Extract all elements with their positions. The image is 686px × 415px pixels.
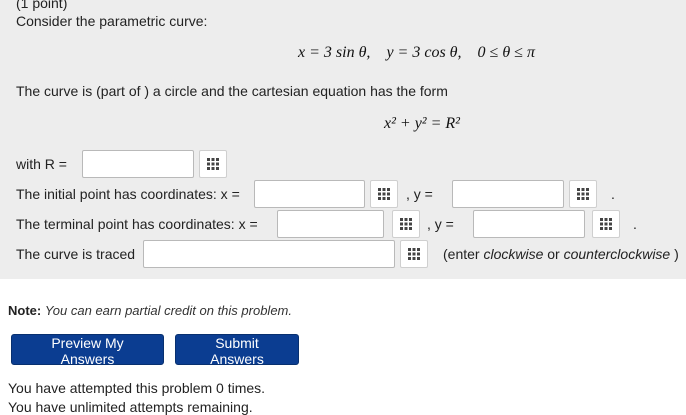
preview-answers-button[interactable]: Preview My Answers: [11, 334, 164, 367]
initial-period: .: [611, 186, 615, 202]
terminal-period: .: [633, 216, 637, 232]
attempts-text: You have attempted this problem 0 times.: [8, 380, 266, 396]
unlimited-attempts-text: You have unlimited attempts remaining.: [8, 399, 253, 415]
terminal-x-equation-editor-button[interactable]: [392, 210, 420, 238]
terminal-y-equation-editor-button[interactable]: [592, 210, 620, 238]
traced-hint-or: or: [543, 246, 564, 262]
radius-label: with R =: [16, 156, 67, 172]
points-label: (1 point): [16, 0, 68, 11]
problem-panel: (1 point) Consider the parametric curve:…: [0, 0, 686, 279]
traced-hint-open: (enter: [443, 246, 484, 262]
traced-hint-close: ): [670, 246, 679, 262]
initial-x-equation-editor-button[interactable]: [370, 180, 398, 208]
partial-credit-note: Note: You can earn partial credit on thi…: [8, 303, 292, 318]
equation-y: y = 3 cos θ,: [386, 44, 462, 61]
equation-x: x = 3 sin θ,: [298, 44, 371, 61]
initial-y-label: , y =: [406, 186, 433, 202]
terminal-y-label: , y =: [427, 216, 454, 232]
radius-input[interactable]: [82, 150, 194, 178]
traced-hint-counterclockwise: counterclockwise: [563, 246, 671, 262]
parametric-equation: x = 3 sin θ, y = 3 cos θ, 0 ≤ θ ≤ π: [298, 44, 535, 62]
submit-answers-button[interactable]: Submit Answers: [175, 334, 299, 367]
terminal-point-label: The terminal point has coordinates: x =: [16, 216, 258, 232]
note-label: Note:: [8, 303, 42, 318]
traced-hint-clockwise: clockwise: [483, 246, 544, 262]
traced-direction-input[interactable]: [143, 240, 395, 268]
radius-equation-editor-button[interactable]: [199, 150, 227, 178]
equation-range: 0 ≤ θ ≤ π: [477, 44, 535, 61]
cartesian-equation: x² + y² = R²: [384, 115, 460, 132]
terminal-y-input[interactable]: [473, 210, 585, 238]
initial-point-label: The initial point has coordinates: x =: [16, 186, 240, 202]
note-text: You can earn partial credit on this prob…: [44, 303, 292, 318]
traced-label: The curve is traced: [16, 246, 136, 262]
intro-text: Consider the parametric curve:: [16, 13, 208, 29]
terminal-x-input[interactable]: [277, 210, 384, 238]
description-text: The curve is (part of ) a circle and the…: [16, 83, 448, 99]
initial-y-equation-editor-button[interactable]: [569, 180, 597, 208]
initial-x-input[interactable]: [254, 180, 365, 208]
traced-hint: (enter clockwise or counterclockwise ): [443, 246, 679, 262]
initial-y-input[interactable]: [452, 180, 564, 208]
traced-equation-editor-button[interactable]: [400, 240, 428, 268]
